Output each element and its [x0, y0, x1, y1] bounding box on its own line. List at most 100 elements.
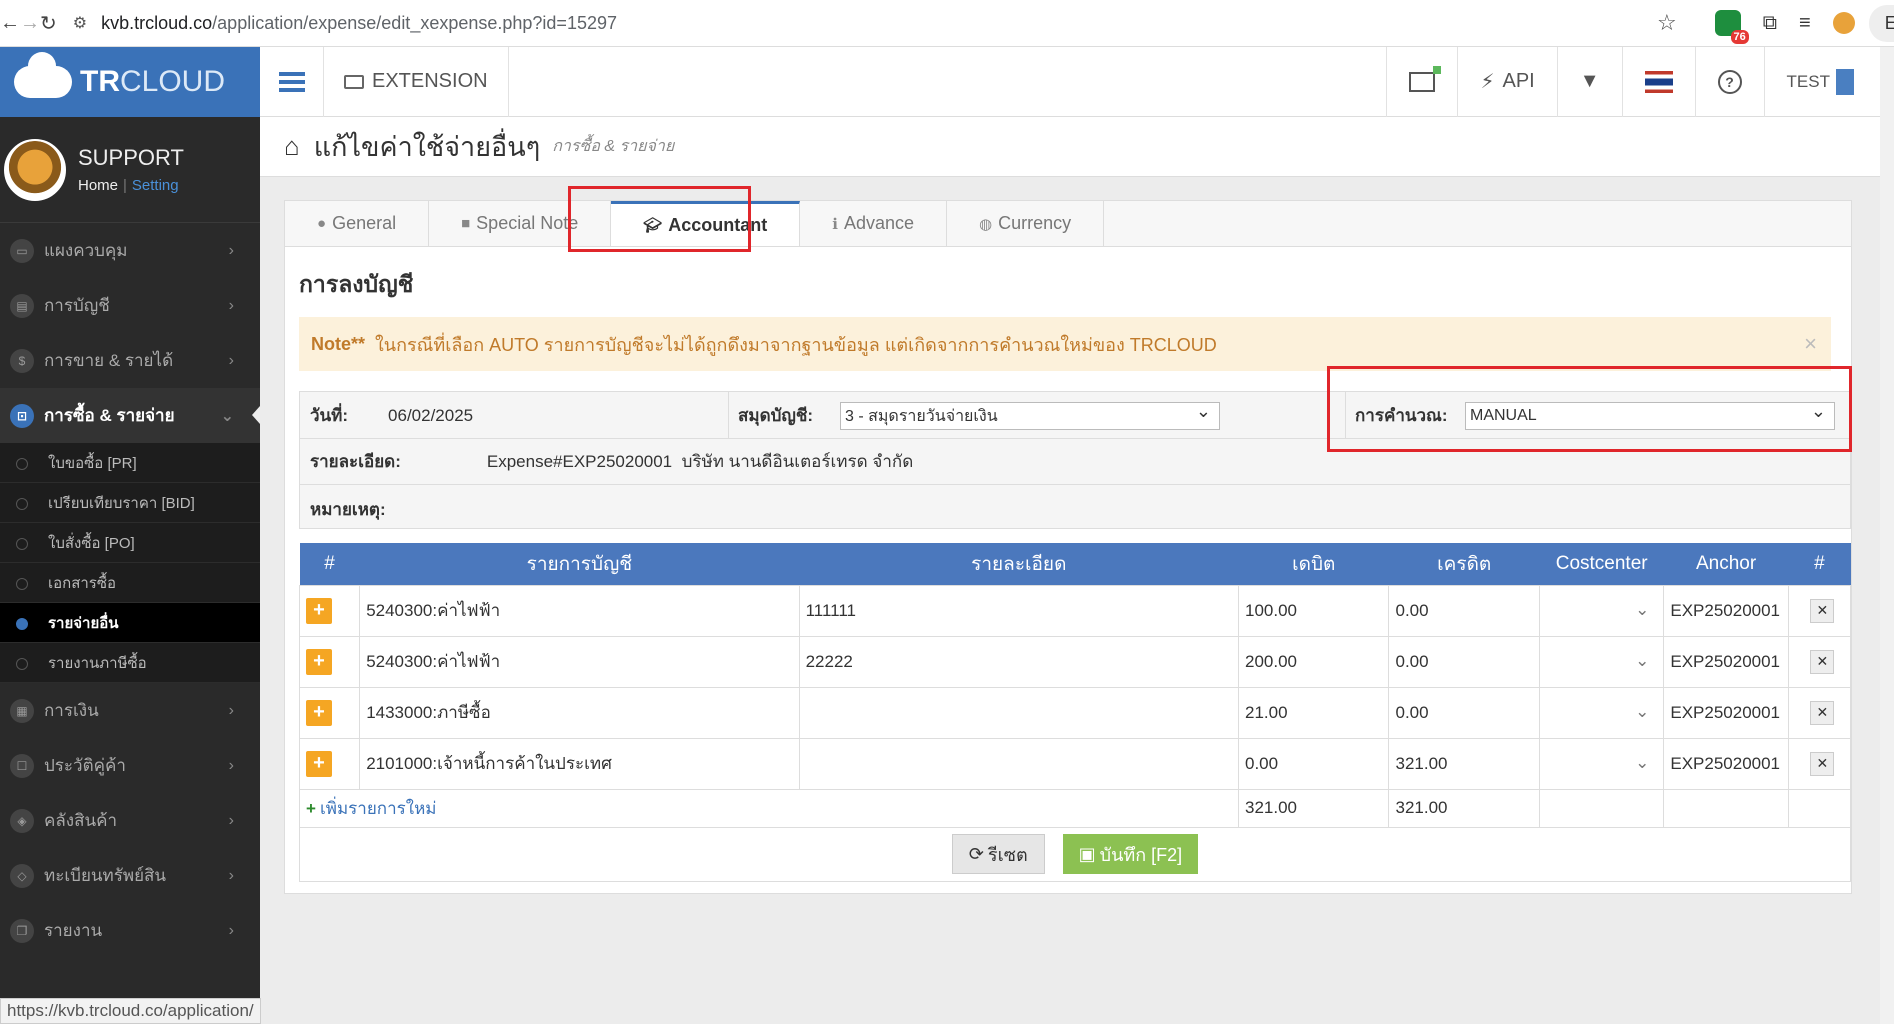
- debit-cell[interactable]: 0.00: [1237, 737, 1390, 790]
- sidebar-item-label: ทะเบียนทรัพย์สิน: [44, 866, 167, 885]
- back-icon[interactable]: ←: [0, 3, 20, 43]
- sidebar-item-accounting[interactable]: ▤ การบัญชี ›: [0, 278, 260, 333]
- refresh-icon: ⟳: [968, 843, 984, 864]
- avatar: [4, 138, 66, 201]
- detail-cell[interactable]: [798, 686, 1240, 739]
- col-header-credit: เครดิต: [1388, 543, 1540, 585]
- address-bar[interactable]: ⚙ kvb.trcloud.co/application/expense/edi…: [66, 6, 1707, 40]
- api-button[interactable]: ⚡ API: [1457, 46, 1556, 117]
- sidebar-item-inventory[interactable]: ◈ คลังสินค้า ›: [0, 793, 260, 848]
- chevron-right-icon: ›: [228, 701, 234, 719]
- reset-button[interactable]: ⟳ รีเซต: [951, 834, 1045, 874]
- add-new-line-link[interactable]: + เพิ่มรายการใหม่: [299, 788, 1239, 828]
- browser-toolbar: ← → ↻ ⚙ kvb.trcloud.co/application/expen…: [0, 0, 1894, 47]
- col-header-action: #: [1788, 543, 1851, 585]
- detail-cell[interactable]: 111111: [798, 584, 1240, 637]
- app-header: EXTENSION ⚡ API ▼ ? TEST: [260, 46, 1894, 117]
- debit-cell[interactable]: 100.00: [1237, 584, 1390, 637]
- puzzle-icon[interactable]: ⧉: [1763, 12, 1777, 35]
- language-button[interactable]: [1621, 46, 1695, 117]
- alert-text: ในกรณีที่เลือก AUTO รายการบัญชีจะไม่ได้ถ…: [375, 334, 1217, 355]
- credit-cell[interactable]: 0.00: [1388, 686, 1540, 739]
- delete-row-icon[interactable]: ✕: [1810, 751, 1835, 776]
- journal-select[interactable]: 3 - สมุดรายวันจ่ายเงิน: [840, 401, 1220, 430]
- sidebar-subitem-purchase-docs[interactable]: เอกสารซื้อ: [0, 563, 260, 603]
- extension-badge-icon[interactable]: 76: [1714, 10, 1749, 44]
- delete-row-icon[interactable]: ✕: [1810, 649, 1835, 674]
- account-cell[interactable]: 1433000:ภาษีซื้อ: [359, 686, 800, 739]
- tab-bar: ● General ■ Special Note 🎓︎ Accountant ℹ Adv…: [285, 201, 1851, 247]
- sidebar: TR CLOUD SUPPORT Home | Setting ▭ แผงควบคุม ›…: [0, 47, 261, 1024]
- debit-cell[interactable]: 21.00: [1237, 686, 1390, 739]
- profile-avatar-icon[interactable]: [1832, 12, 1855, 34]
- home-link[interactable]: Home: [78, 177, 118, 194]
- sidebar-subitem-pr[interactable]: ใบขอซื้อ [PR]: [0, 443, 260, 483]
- delete-row-icon[interactable]: ✕: [1810, 700, 1835, 725]
- mail-button[interactable]: [1386, 46, 1457, 117]
- add-line-icon[interactable]: +: [306, 750, 332, 777]
- site-settings-icon[interactable]: ⚙: [73, 13, 87, 33]
- forward-icon[interactable]: →: [20, 3, 40, 43]
- account-cell[interactable]: 5240300:ค่าไฟฟ้า: [359, 584, 800, 637]
- sidebar-item-finance[interactable]: ▦ การเงิน ›: [0, 683, 260, 738]
- sidebar-item-partners[interactable]: ☐ ประวัติคู่ค้า ›: [0, 738, 260, 793]
- costcenter-select[interactable]: [1538, 686, 1665, 739]
- dropdown-button[interactable]: ▼: [1556, 46, 1622, 117]
- sidebar-item-label: แผงควบคุม: [44, 241, 128, 260]
- extension-button[interactable]: EXTENSION: [324, 46, 509, 117]
- hamburger-icon[interactable]: [260, 46, 324, 117]
- table-row: + 2101000:เจ้าหนี้การค้าในประเทศ 0.00 32…: [298, 737, 1852, 790]
- trcloud-logo[interactable]: TR CLOUD: [0, 47, 260, 117]
- account-cell[interactable]: 5240300:ค่าไฟฟ้า: [359, 635, 800, 688]
- costcenter-select[interactable]: [1538, 635, 1665, 688]
- annotation-box-calc-field: [1327, 366, 1852, 452]
- sidebar-subitem-bid[interactable]: เปรียบเทียบราคา [BID]: [0, 483, 260, 523]
- help-button[interactable]: ?: [1694, 46, 1764, 117]
- add-line-icon[interactable]: +: [306, 699, 332, 726]
- home-icon[interactable]: ⌂: [284, 131, 300, 162]
- bookmark-star-icon[interactable]: ☆: [1657, 10, 1677, 36]
- sidebar-item-sales[interactable]: $ การขาย & รายได้ ›: [0, 333, 260, 388]
- sidebar-item-reports[interactable]: ❐ รายงาน ›: [0, 903, 260, 958]
- scrollbar[interactable]: [1880, 47, 1894, 1024]
- setting-link[interactable]: Setting: [132, 177, 179, 194]
- delete-row-icon[interactable]: ✕: [1810, 598, 1835, 623]
- thai-flag-icon: [1644, 70, 1673, 93]
- journal-select-value: 3 - สมุดรายวันจ่ายเงิน: [845, 407, 998, 425]
- costcenter-select[interactable]: [1538, 737, 1665, 790]
- add-line-icon[interactable]: +: [306, 648, 332, 675]
- journal-label: สมุดบัญชี:: [738, 406, 814, 425]
- sidebar-item-label: การซื้อ & รายจ่าย: [44, 406, 175, 425]
- tab-general[interactable]: ● General: [285, 201, 430, 246]
- action-bar: ⟳ รีเซต ▣ บันทึก [F2]: [299, 827, 1851, 882]
- sidebar-subitem-purchase-tax-report[interactable]: รายงานภาษีซื้อ: [0, 643, 260, 683]
- sidebar-subitem-other-expense[interactable]: รายจ่ายอื่น: [0, 603, 260, 643]
- sidebar-item-label: การขาย & รายได้: [44, 351, 174, 370]
- sidebar-item-dashboard[interactable]: ▭ แผงควบคุม ›: [0, 223, 260, 278]
- credit-cell[interactable]: 0.00: [1388, 635, 1540, 688]
- credit-cell[interactable]: 0.00: [1388, 584, 1540, 637]
- cart-icon: ⊡: [10, 403, 34, 428]
- company-button[interactable]: TEST: [1763, 46, 1894, 117]
- detail-cell[interactable]: 22222: [798, 635, 1240, 688]
- anchor-cell: EXP25020001: [1663, 584, 1789, 637]
- account-cell[interactable]: 2101000:เจ้าหนี้การค้าในประเทศ: [359, 737, 800, 790]
- sidebar-item-purchases[interactable]: ⊡ การซื้อ & รายจ่าย ⌄: [0, 388, 260, 443]
- costcenter-select[interactable]: [1538, 584, 1665, 637]
- chevron-right-icon: ›: [228, 241, 234, 259]
- sidebar-subitem-po[interactable]: ใบสั่งซื้อ [PO]: [0, 523, 260, 563]
- media-icon[interactable]: ≡: [1799, 12, 1811, 35]
- tab-advance[interactable]: ℹ Advance: [800, 201, 948, 246]
- tab-currency[interactable]: ◍ Currency: [947, 201, 1105, 246]
- add-line-icon[interactable]: +: [306, 597, 332, 624]
- debit-cell[interactable]: 200.00: [1237, 635, 1390, 688]
- close-icon[interactable]: ×: [1804, 331, 1817, 357]
- date-value[interactable]: 06/02/2025: [388, 406, 473, 426]
- error-pill[interactable]: Error: [1868, 4, 1894, 42]
- detail-cell[interactable]: [798, 737, 1240, 790]
- sidebar-item-assets[interactable]: ◇ ทะเบียนทรัพย์สิน ›: [0, 848, 260, 903]
- save-button[interactable]: ▣ บันทึก [F2]: [1062, 834, 1199, 874]
- credit-cell[interactable]: 321.00: [1388, 737, 1540, 790]
- reload-icon[interactable]: ↻: [40, 3, 57, 43]
- journal-table: # รายการบัญชี รายละเอียด เดบิต เครดิต Co…: [298, 543, 1852, 828]
